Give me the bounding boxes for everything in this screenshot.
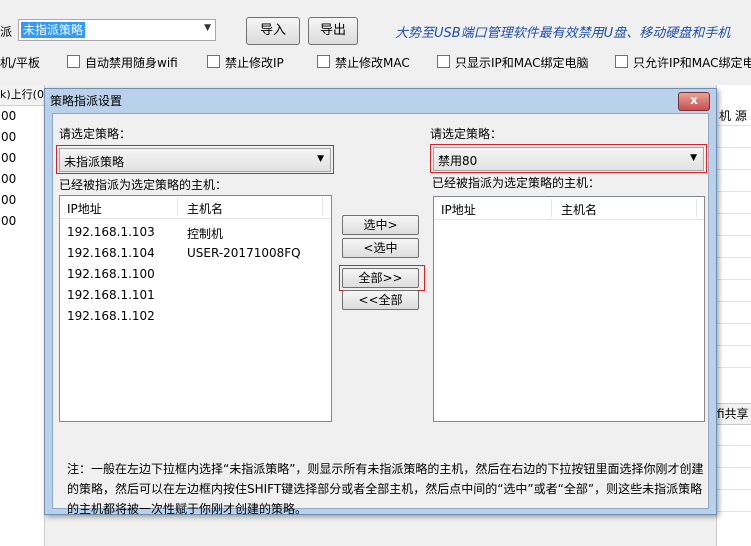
- column-host[interactable]: 主机名: [561, 201, 597, 218]
- checkbox-show-bound[interactable]: 只显示IP和MAC绑定电脑: [437, 54, 589, 71]
- checkbox-disable-wifi[interactable]: 自动禁用随身wifi: [67, 54, 178, 71]
- list-item-ip[interactable]: 192.168.1.101: [67, 288, 155, 302]
- table-row[interactable]: 00: [0, 211, 44, 232]
- table-row[interactable]: 00: [0, 106, 44, 127]
- policy-label: 派: [0, 25, 13, 39]
- highlight-box: [430, 144, 707, 173]
- list-header: IP地址 主机名: [434, 197, 704, 220]
- checkbox-box[interactable]: [207, 55, 220, 68]
- table-row[interactable]: 00: [0, 148, 44, 169]
- checkbox-label: 只显示IP和MAC绑定电脑: [455, 56, 589, 70]
- left-host-list[interactable]: IP地址 主机名 192.168.1.103 控制机 192.168.1.104…: [59, 195, 332, 422]
- policy-assign-dialog: 策略指派设置 x 请选定策略： 未指派策略 ▼ 已经被指派为选定策略的主机： I…: [44, 88, 717, 516]
- table-row[interactable]: 00: [0, 127, 44, 148]
- left-select-label: 请选定策略：: [59, 127, 132, 141]
- app-slogan: 大势至USB端口管理软件最有效禁用U盘、移动硬盘和手机: [395, 26, 731, 41]
- column-ip[interactable]: IP地址: [67, 200, 102, 217]
- column-ip[interactable]: IP地址: [441, 201, 476, 218]
- left-hosts-label: 已经被指派为选定策略的主机：: [59, 178, 228, 192]
- list-item-host[interactable]: USER-20171008FQ: [187, 246, 301, 260]
- policy-select-value: 未指派策略: [21, 22, 86, 38]
- policy-select[interactable]: 未指派策略 ▼: [18, 19, 216, 41]
- dialog-body: 请选定策略： 未指派策略 ▼ 已经被指派为选定策略的主机： IP地址 主机名 1…: [52, 113, 709, 516]
- table-row[interactable]: 00: [0, 169, 44, 190]
- checkbox-label: 机/平板: [0, 56, 41, 70]
- column-host[interactable]: 主机名: [187, 200, 223, 217]
- host-table-left-fragment: k)上行(0. 00 00 00 00 00 00: [0, 85, 45, 546]
- checkbox-box[interactable]: [67, 55, 80, 68]
- export-button[interactable]: 导出: [308, 17, 358, 45]
- checkbox-tablet[interactable]: 机/平板: [0, 54, 40, 71]
- right-host-list[interactable]: IP地址 主机名: [433, 196, 705, 422]
- list-item-ip[interactable]: 192.168.1.104: [67, 246, 155, 260]
- close-icon[interactable]: x: [678, 92, 710, 111]
- column-header: fi共享: [717, 403, 751, 425]
- remove-all-button[interactable]: <<全部: [342, 290, 419, 310]
- column-header: k)上行(0.: [0, 85, 44, 106]
- list-item-host[interactable]: 控制机: [187, 225, 223, 242]
- right-hosts-label: 已经被指派为选定策略的主机：: [432, 176, 601, 190]
- list-item-ip[interactable]: 192.168.1.102: [67, 309, 155, 323]
- checkbox-label: 禁止修改MAC: [335, 56, 410, 70]
- list-header: IP地址 主机名: [60, 196, 331, 219]
- highlight-box: [56, 145, 334, 174]
- instruction-note: 注：一般在左边下拉框内选择“未指派策略”，则显示所有未指派策略的主机，然后在右边…: [67, 462, 704, 516]
- list-item-ip[interactable]: 192.168.1.100: [67, 267, 155, 281]
- remove-selected-button[interactable]: <选中: [342, 238, 419, 258]
- checkbox-allow-bound[interactable]: 只允许IP和MAC绑定电: [615, 54, 751, 71]
- checkbox-label: 禁止修改IP: [225, 56, 284, 70]
- right-select-label: 请选定策略：: [430, 127, 503, 141]
- dialog-title: 策略指派设置: [50, 94, 123, 108]
- highlight-box: [339, 265, 425, 291]
- table-row[interactable]: 00: [0, 190, 44, 211]
- checkbox-box[interactable]: [437, 55, 450, 68]
- checkbox-forbid-ip[interactable]: 禁止修改IP: [207, 54, 284, 71]
- import-button[interactable]: 导入: [246, 17, 300, 45]
- add-selected-button[interactable]: 选中>: [342, 215, 419, 235]
- app-toolbar: [0, 0, 751, 85]
- checkbox-label: 自动禁用随身wifi: [85, 56, 178, 70]
- column-header: 机 源: [719, 109, 747, 123]
- checkbox-box[interactable]: [317, 55, 330, 68]
- list-item-ip[interactable]: 192.168.1.103: [67, 225, 155, 239]
- checkbox-label: 只允许IP和MAC绑定电: [633, 56, 751, 70]
- host-table-right-fragment: 机 源 fi共享: [716, 85, 751, 546]
- checkbox-forbid-mac[interactable]: 禁止修改MAC: [317, 54, 410, 71]
- checkbox-box[interactable]: [615, 55, 628, 68]
- chevron-down-icon: ▼: [204, 23, 211, 33]
